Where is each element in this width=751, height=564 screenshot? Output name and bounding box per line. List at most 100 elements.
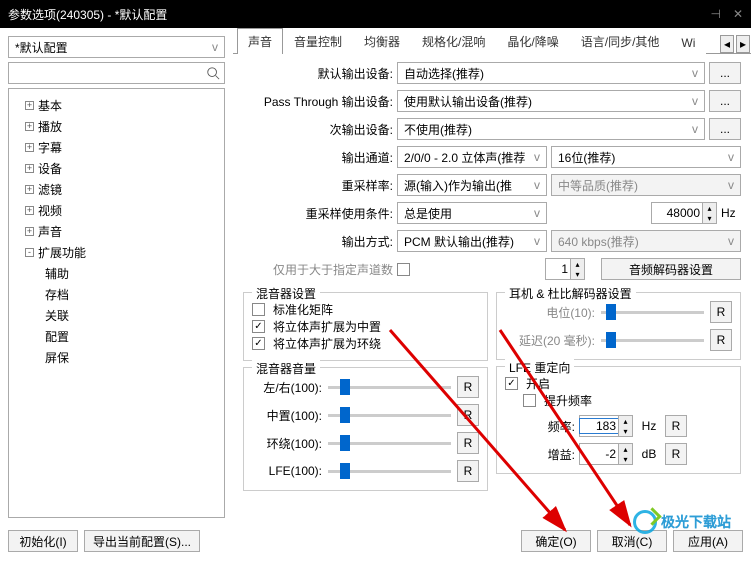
tab-reverb[interactable]: 规格化/混响: [411, 28, 496, 54]
close-icon[interactable]: ✕: [733, 7, 743, 21]
potential-label: 电位(10):: [505, 304, 595, 321]
passthrough-select[interactable]: 使用默认输出设备(推荐)v: [397, 90, 705, 112]
label-default-out: 默认输出设备:: [243, 65, 393, 82]
gain-label: 增益:: [535, 446, 575, 463]
enable-checkbox[interactable]: [505, 377, 518, 390]
secondary-more[interactable]: ...: [709, 118, 741, 140]
tab-eq[interactable]: 均衡器: [353, 28, 411, 54]
profile-value: *默认配置: [15, 39, 68, 56]
channels-spin[interactable]: ▴▾: [545, 258, 585, 280]
resample-value-spin[interactable]: ▴▾: [651, 202, 717, 224]
lfe-label: LFE(100):: [252, 464, 322, 478]
center-label: 中置(100):: [252, 407, 322, 424]
search-input[interactable]: [8, 62, 225, 84]
tree-subitem[interactable]: 辅助: [13, 263, 220, 284]
category-tree[interactable]: +基本 +播放 +字幕 +设备 +滤镜 +视频 +声音 -扩展功能 辅助 存档 …: [8, 88, 225, 518]
window-title: 参数选项(240305) - *默认配置: [8, 6, 167, 23]
surround-slider[interactable]: [328, 442, 451, 445]
normalize-checkbox[interactable]: [252, 303, 265, 316]
tab-bar: 声音 音量控制 均衡器 规格化/混响 晶化/降噪 语言/同步/其他 Wi ◂ ▸: [233, 28, 751, 54]
freq-spin[interactable]: ▴▾: [579, 415, 633, 437]
export-button[interactable]: 导出当前配置(S)...: [84, 530, 200, 552]
passthrough-more[interactable]: ...: [709, 90, 741, 112]
mixer-volume-title: 混音器音量: [252, 360, 320, 377]
tabs-scroll-left[interactable]: ◂: [720, 35, 734, 53]
unit-hz: Hz: [637, 419, 661, 433]
tree-item[interactable]: +设备: [13, 158, 220, 179]
tree-subitem[interactable]: 配置: [13, 326, 220, 347]
left-right-slider[interactable]: [328, 386, 451, 389]
resample-cond-select[interactable]: 总是使用v: [397, 202, 547, 224]
tree-item[interactable]: +字幕: [13, 137, 220, 158]
default-out-select[interactable]: 自动选择(推荐)v: [397, 62, 705, 84]
secondary-select[interactable]: 不使用(推荐)v: [397, 118, 705, 140]
resample-select[interactable]: 源(输入)作为输出(推v: [397, 174, 547, 196]
bit-select[interactable]: 16位(推荐)v: [551, 146, 741, 168]
tree-item[interactable]: +视频: [13, 200, 220, 221]
tab-lang[interactable]: 语言/同步/其他: [570, 28, 671, 54]
potential-reset[interactable]: R: [710, 301, 732, 323]
output-method-select[interactable]: PCM 默认输出(推荐)v: [397, 230, 547, 252]
lfe-slider[interactable]: [328, 470, 451, 473]
delay-label: 延迟(20 毫秒):: [505, 332, 595, 349]
only-above-checkbox[interactable]: [397, 263, 410, 276]
enable-label: 开启: [526, 375, 550, 392]
freq-label: 频率:: [535, 418, 575, 435]
tree-item[interactable]: +播放: [13, 116, 220, 137]
mixer-settings-title: 混音器设置: [252, 285, 320, 302]
channels-input[interactable]: [546, 262, 570, 276]
expand-center-label: 将立体声扩展为中置: [273, 318, 381, 335]
resample-value-input[interactable]: [652, 206, 702, 220]
tab-denoise[interactable]: 晶化/降噪: [496, 28, 569, 54]
label-only-above: 仅用于大于指定声道数: [243, 261, 393, 278]
tree-item[interactable]: +声音: [13, 221, 220, 242]
tree-item[interactable]: +基本: [13, 95, 220, 116]
tree-subitem[interactable]: 屏保: [13, 347, 220, 368]
boost-freq-checkbox[interactable]: [523, 394, 536, 407]
decoder-settings-button[interactable]: 音频解码器设置: [601, 258, 741, 280]
tab-sound[interactable]: 声音: [237, 28, 283, 54]
potential-slider[interactable]: [601, 311, 704, 314]
tree-item[interactable]: -扩展功能: [13, 242, 220, 263]
resample-quality: 中等品质(推荐)v: [551, 174, 741, 196]
init-button[interactable]: 初始化(I): [8, 530, 78, 552]
tree-subitem[interactable]: 关联: [13, 305, 220, 326]
default-out-more[interactable]: ...: [709, 62, 741, 84]
bitrate-select: 640 kbps(推荐)v: [551, 230, 741, 252]
titlebar: 参数选项(240305) - *默认配置 ⊣ ✕: [0, 0, 751, 28]
delay-reset[interactable]: R: [710, 329, 732, 351]
freq-input[interactable]: [580, 419, 618, 433]
surround-reset[interactable]: R: [457, 432, 479, 454]
label-resample: 重采样率:: [243, 177, 393, 194]
lfe-redirect-group: LFE 重定向 开启 提升频率 频率: ▴▾ Hz R 增益: ▴▾ dB: [496, 366, 741, 474]
center-reset[interactable]: R: [457, 404, 479, 426]
expand-surround-checkbox[interactable]: [252, 337, 265, 350]
tree-subitem[interactable]: 存档: [13, 284, 220, 305]
headphone-group: 耳机 & 杜比解码器设置 电位(10):R 延迟(20 毫秒):R: [496, 292, 741, 360]
profile-select[interactable]: *默认配置v: [8, 36, 225, 58]
label-channel: 输出通道:: [243, 149, 393, 166]
gain-spin[interactable]: ▴▾: [579, 443, 633, 465]
tab-wi[interactable]: Wi: [670, 31, 706, 54]
center-slider[interactable]: [328, 414, 451, 417]
lfe-redirect-title: LFE 重定向: [505, 359, 574, 376]
normalize-label: 标准化矩阵: [273, 301, 333, 318]
search-icon: [206, 66, 220, 80]
cancel-button[interactable]: 取消(C): [597, 530, 667, 552]
ok-button[interactable]: 确定(O): [521, 530, 591, 552]
freq-reset[interactable]: R: [665, 415, 687, 437]
gain-reset[interactable]: R: [665, 443, 687, 465]
left-right-reset[interactable]: R: [457, 376, 479, 398]
expand-center-checkbox[interactable]: [252, 320, 265, 333]
delay-slider[interactable]: [601, 339, 704, 342]
surround-label: 环绕(100):: [252, 435, 322, 452]
tab-volume[interactable]: 音量控制: [283, 28, 353, 54]
channel-select[interactable]: 2/0/0 - 2.0 立体声(推荐v: [397, 146, 547, 168]
apply-button[interactable]: 应用(A): [673, 530, 743, 552]
gain-input[interactable]: [580, 447, 618, 461]
label-passthrough: Pass Through 输出设备:: [243, 93, 393, 110]
lfe-reset[interactable]: R: [457, 460, 479, 482]
tree-item[interactable]: +滤镜: [13, 179, 220, 200]
pin-icon[interactable]: ⊣: [710, 7, 720, 21]
tabs-scroll-right[interactable]: ▸: [736, 35, 750, 53]
